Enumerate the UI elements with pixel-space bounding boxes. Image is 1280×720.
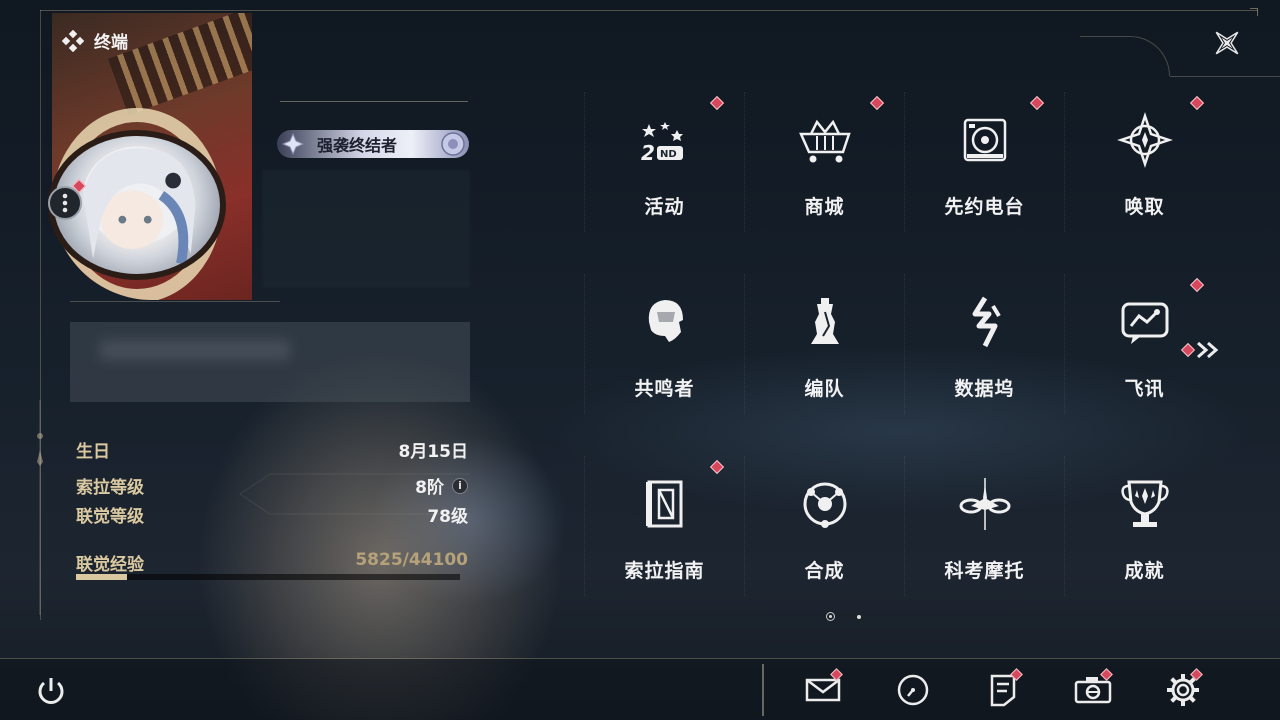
star-close-icon: [1215, 31, 1239, 55]
camera-button[interactable]: [1073, 668, 1113, 710]
menu-item-label: 飞讯: [1124, 378, 1165, 400]
stat-value: 8月15日: [398, 442, 469, 462]
menu-item-label: 合成: [804, 560, 845, 582]
gem-emblem-icon: [441, 132, 465, 156]
settings-button[interactable]: [1163, 668, 1203, 710]
player-title-badge[interactable]: 强袭终结者: [277, 130, 469, 158]
menu-item-label: 数据坞: [954, 378, 1015, 400]
menu-item-shop[interactable]: 商城: [744, 92, 904, 232]
menu-item-label: 先约电台: [944, 196, 1025, 218]
stat-row-birthday: 生日 8月15日: [76, 437, 468, 462]
notification-badge: [709, 95, 725, 111]
menu-item-activity[interactable]: 2 ND 活动: [584, 92, 744, 232]
page-dot-2[interactable]: [857, 614, 861, 619]
synthesis-orbit-icon: [803, 482, 846, 528]
clock-icon: [897, 674, 929, 706]
stat-key: 索拉等级: [76, 478, 144, 498]
divider-line: [70, 301, 280, 302]
menu-item-label: 商城: [804, 196, 845, 218]
menu-item-motorbike[interactable]: 科考摩托: [904, 456, 1064, 596]
player-title-text: 强袭终结者: [317, 136, 398, 155]
notification-badge: [709, 459, 725, 475]
page-dot-1[interactable]: [826, 612, 835, 621]
notes-button[interactable]: [983, 668, 1023, 710]
bottom-bar-divider: [0, 658, 1280, 659]
shop-basket-icon: [798, 119, 851, 163]
exp-value: 5825/44100: [355, 550, 468, 570]
menu-item-label: 编队: [804, 378, 845, 400]
exp-label: 联觉经验: [76, 555, 144, 575]
frame-right-line: [1170, 76, 1280, 77]
double-chevron-right-icon: [1197, 341, 1219, 359]
svg-text:2: 2: [641, 141, 655, 165]
dragon-emblem-icon: [281, 132, 305, 156]
radio-speaker-icon: [963, 118, 1006, 162]
exp-row: 联觉经验 5825/44100: [76, 550, 468, 575]
stat-key: 生日: [76, 442, 110, 462]
page-title-text: 终端: [94, 33, 128, 53]
trophy-icon: [1120, 480, 1169, 527]
menu-item-label: 成就: [1124, 560, 1165, 582]
chat-bubble-icon: [1121, 302, 1168, 344]
menu-item-label: 科考摩托: [944, 560, 1025, 582]
notification-badge: [1189, 277, 1205, 293]
blurred-signature-area: [70, 322, 470, 402]
menu-item-team[interactable]: 编队: [744, 274, 904, 414]
close-button[interactable]: [1208, 24, 1246, 62]
menu-item-guidebook[interactable]: 索拉指南: [584, 456, 744, 596]
stat-key: 联觉等级: [76, 507, 144, 527]
page-title: 终端: [62, 28, 128, 53]
notification-badge: [869, 95, 885, 111]
notification-badge: [1029, 95, 1045, 111]
menu-grid: 2 ND 活动 商城 先约电台 唤取 共鸣者 编队 数据坞 飞讯 索拉指南 合成…: [584, 92, 1224, 596]
menu-item-label: 共鸣者: [634, 378, 695, 400]
team-chess-icon: [810, 298, 839, 344]
power-button[interactable]: [34, 674, 68, 708]
menu-item-achievements[interactable]: 成就: [1064, 456, 1224, 596]
exp-progress-fill: [76, 574, 127, 580]
diamond-cluster-icon: [62, 29, 84, 52]
next-page-button[interactable]: [1180, 340, 1222, 360]
menu-item-resonators[interactable]: 共鸣者: [584, 274, 744, 414]
blurred-banner-area: [262, 170, 470, 288]
menu-item-data-bank[interactable]: 数据坞: [904, 274, 1064, 414]
power-icon: [38, 678, 64, 704]
bottom-separator: [762, 664, 764, 716]
menu-item-label: 索拉指南: [624, 560, 705, 582]
more-dots-icon: [62, 193, 68, 213]
page-indicator: [826, 612, 861, 621]
frame-corner-mark: [1250, 8, 1258, 16]
notification-badge: [1189, 95, 1205, 111]
clock-button[interactable]: [893, 670, 933, 710]
mail-button[interactable]: [803, 668, 843, 710]
menu-item-radio[interactable]: 先约电台: [904, 92, 1064, 232]
left-rail-decoration: [37, 400, 43, 615]
resonator-head-icon: [648, 300, 683, 342]
blurred-signature-text: [100, 340, 290, 360]
film-strip-decoration: [107, 13, 252, 116]
motorbike-icon: [959, 478, 1010, 530]
notification-badge: [1180, 342, 1196, 358]
convene-compass-icon: [1116, 112, 1173, 168]
menu-item-label: 唤取: [1124, 196, 1165, 218]
menu-item-convene[interactable]: 唤取: [1064, 92, 1224, 232]
data-bank-icon: [972, 296, 1001, 348]
divider-line: [280, 101, 468, 102]
guidebook-icon: [645, 480, 682, 528]
activity-2nd-anniversary-icon: 2 ND: [641, 122, 683, 165]
exp-progress-bar: [76, 574, 460, 580]
menu-item-label: 活动: [644, 196, 685, 218]
menu-item-synthesis[interactable]: 合成: [744, 456, 904, 596]
svg-text:ND: ND: [660, 149, 677, 160]
stat-deco-lines: [240, 473, 470, 515]
frame-top-line: [40, 10, 1258, 11]
